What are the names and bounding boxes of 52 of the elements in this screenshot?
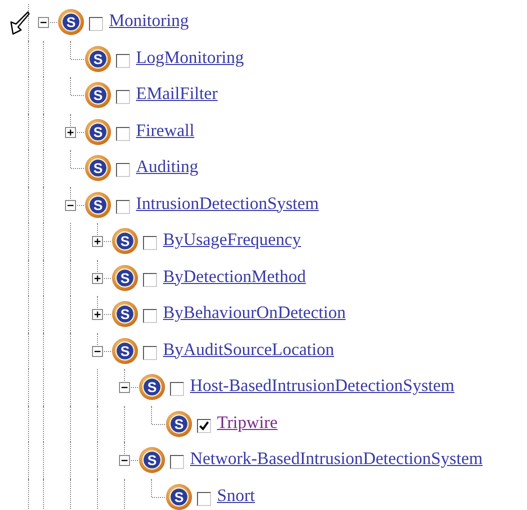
tree-node-link[interactable]: Firewall (136, 116, 194, 143)
checkbox[interactable] (89, 17, 103, 32)
collapse-toggle-icon[interactable] (92, 346, 103, 357)
class-badge-icon: S (57, 8, 85, 36)
checkbox[interactable] (143, 236, 157, 250)
checkbox[interactable] (143, 309, 157, 324)
expand-toggle-icon[interactable] (92, 236, 103, 248)
checkbox[interactable] (170, 455, 184, 470)
collapse-toggle-icon[interactable] (65, 200, 76, 211)
class-badge-icon: S (84, 44, 112, 73)
tree-node-link[interactable]: ByDetectionMethod (163, 262, 306, 289)
tree-node-link[interactable]: Monitoring (109, 7, 189, 34)
collapse-toggle-icon[interactable] (38, 17, 49, 28)
tree-node-link[interactable]: Auditing (136, 153, 198, 180)
checkbox[interactable] (116, 54, 130, 68)
class-badge-icon: S (84, 118, 112, 146)
checkbox[interactable] (116, 90, 130, 104)
class-badge-icon: S (84, 81, 112, 110)
class-badge-icon: S (165, 410, 193, 438)
class-badge-icon: S (111, 264, 139, 292)
class-badge-icon: S (111, 336, 139, 365)
tree-node-link[interactable]: ByBehaviourOnDetection (163, 299, 346, 326)
checkbox[interactable] (116, 163, 130, 178)
expand-toggle-icon[interactable] (92, 272, 103, 284)
expand-toggle-icon[interactable] (65, 126, 76, 138)
tree-node-link[interactable]: Host-BasedIntrusionDetectionSystem (190, 372, 454, 398)
collapse-toggle-icon[interactable] (119, 455, 130, 466)
class-badge-icon: S (111, 300, 139, 328)
class-badge-icon: S (138, 446, 166, 474)
checkbox[interactable] (116, 200, 130, 214)
class-badge-icon: S (165, 482, 193, 510)
checkbox[interactable] (143, 346, 157, 360)
tree-node-link[interactable]: EMailFilter (136, 80, 218, 106)
class-badge-icon: S (84, 190, 112, 219)
tree-node-link[interactable]: LogMonitoring (136, 44, 244, 70)
tree-node-link[interactable]: IntrusionDetectionSystem (136, 190, 319, 216)
tree-node-link[interactable]: Tripwire (217, 408, 278, 435)
mouse-pointer-icon (8, 10, 30, 36)
checkbox[interactable] (197, 418, 211, 433)
checkbox[interactable] (116, 126, 130, 141)
checkbox[interactable] (197, 492, 211, 506)
tree-node-link[interactable]: ByAuditSourceLocation (163, 336, 334, 362)
collapse-toggle-icon[interactable] (119, 382, 130, 394)
expand-toggle-icon[interactable] (92, 309, 103, 320)
tree-node-link[interactable]: Snort (217, 482, 255, 508)
class-badge-icon: S (111, 227, 139, 256)
class-badge-icon: S (84, 154, 112, 182)
tree-node-link[interactable]: ByUsageFrequency (163, 226, 302, 252)
class-badge-icon: S (138, 373, 166, 402)
checkbox[interactable] (143, 272, 157, 287)
checkbox[interactable] (170, 382, 184, 396)
tree-node-link[interactable]: Network-BasedIntrusionDetectionSystem (190, 445, 483, 472)
